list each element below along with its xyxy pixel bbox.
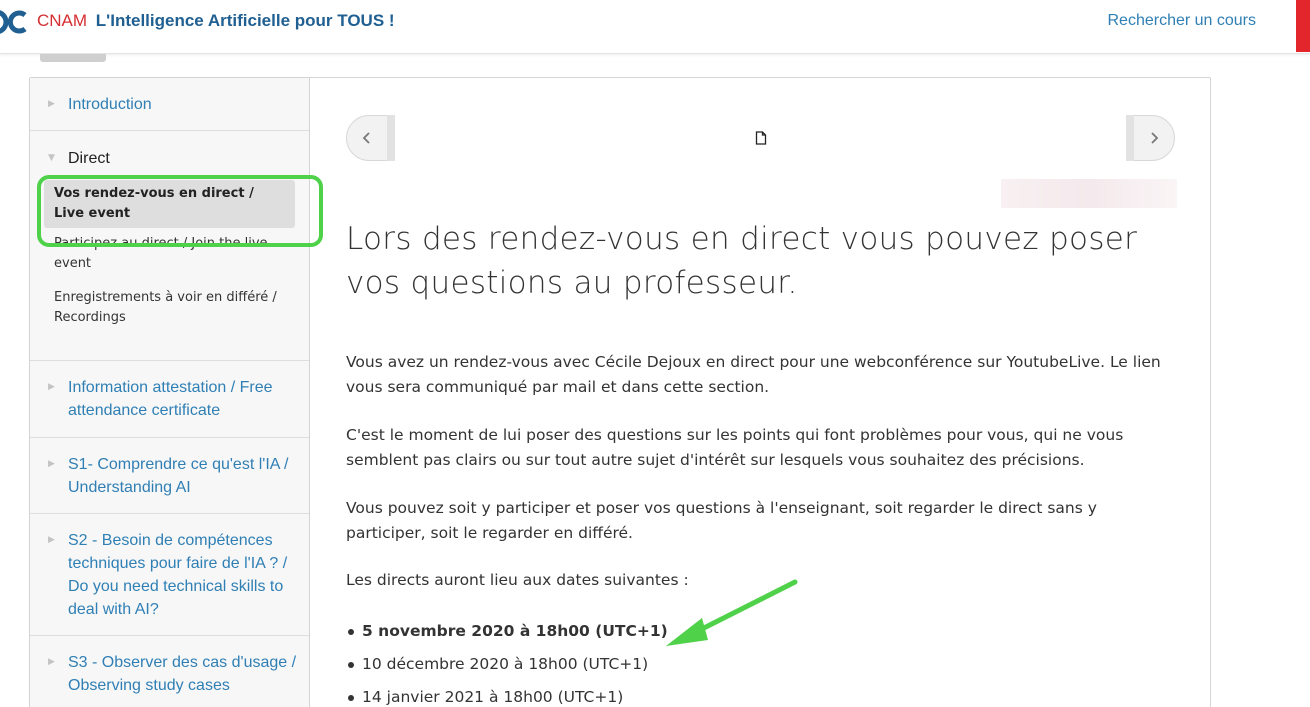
participation-paragraph: Vous pouvez soit y participer et poser v… [346, 499, 1097, 542]
list-item: 10 décembre 2020 à 18h00 (UTC+1) [346, 648, 1176, 681]
sidebar-section-attestation[interactable]: ▶ Information attestation / Free attenda… [30, 361, 309, 438]
page-title: Lors des rendez-vous en direct vous pouv… [346, 221, 1138, 301]
brand-abbrev: CNAM [37, 11, 88, 30]
list-item: 14 janvier 2021 à 18h00 (UTC+1) [346, 681, 1176, 707]
sidebar-section-label: Introduction [68, 96, 152, 113]
collapsed-arrow-icon: ▶ [48, 535, 55, 545]
green-arrow-annotation [666, 579, 798, 646]
sidebar-section-label: S3 - Observer des cas d'usage / Observin… [68, 654, 297, 694]
sidebar-section-direct[interactable]: ▼ Direct Vos rendez-vous en direct / Liv… [30, 131, 309, 361]
intro-paragraph: Vous avez un rendez-vous avec Cécile Dej… [346, 353, 1161, 396]
sidebar-item-join-live[interactable]: Participez au direct / Join the live eve… [30, 234, 309, 274]
collapsed-arrow-icon: ▶ [48, 99, 55, 109]
header-tab-handle[interactable] [40, 54, 106, 62]
chevron-right-icon[interactable] [1134, 116, 1174, 160]
course-sidebar: ▶ Introduction ▼ Direct Vos rendez-vous … [30, 78, 323, 707]
sidebar-section-label: Direct [68, 150, 110, 167]
blurred-bookmark-area [1001, 179, 1177, 208]
document-icon [755, 131, 766, 145]
sidebar-section-label: S1- Comprendre ce qu'est l'IA / Understa… [68, 456, 289, 496]
sidebar-section-label: S2 - Besoin de compétences techniques po… [68, 532, 288, 618]
collapsed-arrow-icon: ▶ [48, 459, 55, 469]
sidebar-section-s3[interactable]: ▶ S3 - Observer des cas d'usage / Observ… [30, 636, 309, 707]
sidebar-item-recordings[interactable]: Enregistrements à voir en différé / Reco… [30, 288, 309, 328]
sidebar-section-introduction[interactable]: ▶ Introduction [30, 78, 309, 131]
header-accent-strip [1296, 0, 1310, 52]
collapsed-arrow-icon: ▶ [48, 382, 55, 392]
sidebar-item-live-event[interactable]: Vos rendez-vous en direct / Live event [44, 180, 295, 228]
moc-logo-icon[interactable] [0, 8, 30, 36]
questions-paragraph: C'est le moment de lui poser des questio… [346, 426, 1124, 469]
search-courses-link[interactable]: Rechercher un cours [1107, 12, 1256, 30]
unit-navigation-bar [346, 115, 1175, 161]
chevron-left-icon[interactable] [347, 116, 387, 160]
site-header: CNAM L'Intelligence Artificielle pour TO… [0, 0, 1310, 54]
course-brand[interactable]: CNAM L'Intelligence Artificielle pour TO… [37, 11, 395, 31]
sidebar-section-label: Information attestation / Free attendanc… [68, 379, 273, 419]
sidebar-section-s1[interactable]: ▶ S1- Comprendre ce qu'est l'IA / Unders… [30, 438, 309, 514]
course-title: L'Intelligence Artificielle pour TOUS ! [95, 11, 395, 30]
sidebar-section-s2[interactable]: ▶ S2 - Besoin de compétences techniques … [30, 514, 309, 636]
course-content-container: ▶ Introduction ▼ Direct Vos rendez-vous … [29, 77, 1211, 707]
collapsed-arrow-icon: ▶ [48, 657, 55, 667]
expanded-arrow-icon: ▼ [48, 153, 55, 163]
unit-page-tab[interactable] [387, 115, 1134, 161]
